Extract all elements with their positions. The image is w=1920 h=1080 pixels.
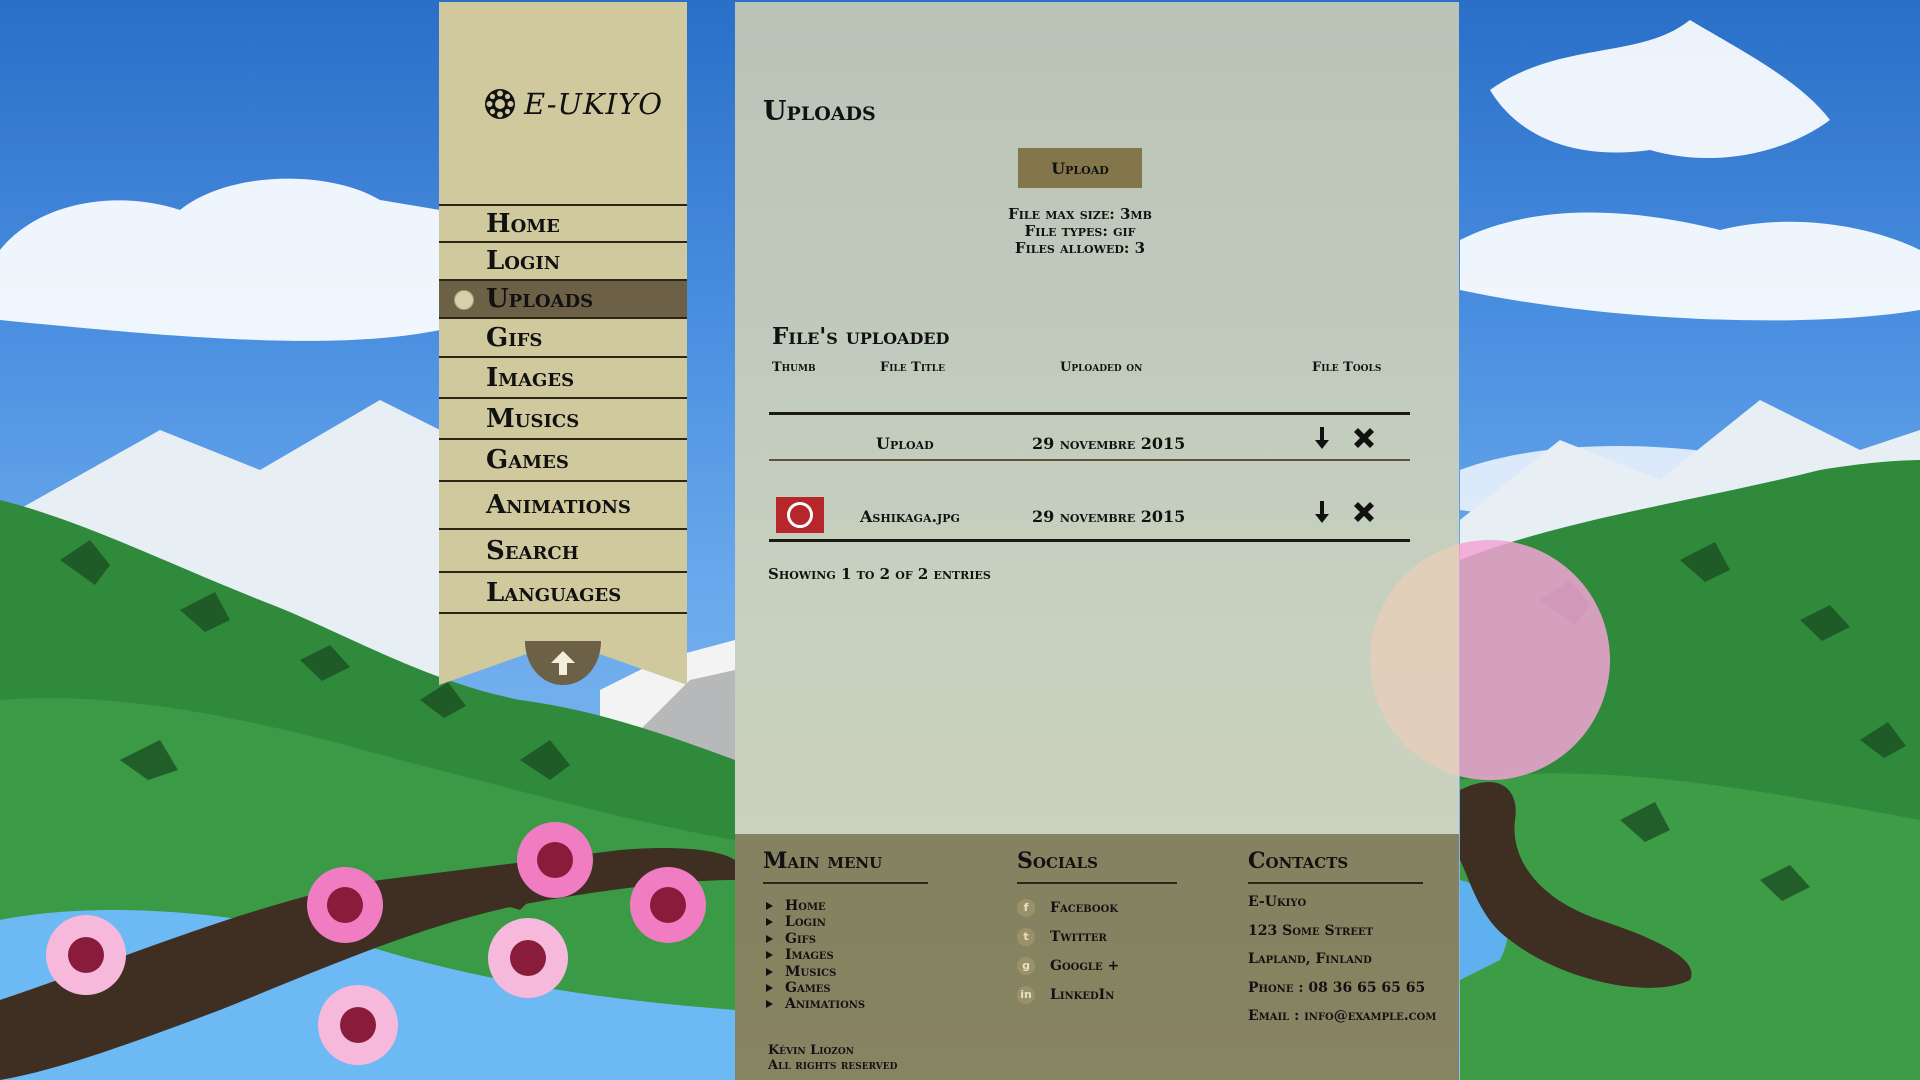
social-list: f Facebook t Twitter g Google + in Linke… bbox=[1017, 893, 1177, 1009]
page-title: Uploads bbox=[763, 96, 876, 127]
sidebar: E-UKIYO Home Login Uploads Gifs Images M… bbox=[439, 2, 687, 688]
footer-link-games[interactable]: Games bbox=[763, 980, 928, 996]
upload-button[interactable]: Upload bbox=[1018, 148, 1142, 188]
nav-item-animations[interactable]: Animations bbox=[439, 480, 687, 528]
nav-item-label: Animations bbox=[486, 490, 631, 520]
footer-socials: Socials f Facebook t Twitter g Google + … bbox=[1017, 848, 1177, 1009]
footer: Main menu Home Login Gifs Images Musics … bbox=[735, 834, 1459, 1080]
back-to-top-button[interactable] bbox=[525, 641, 601, 685]
social-label: Twitter bbox=[1050, 928, 1107, 945]
col-header-uploaded-on[interactable]: Uploaded on bbox=[1060, 360, 1142, 375]
footer-menu-list: Home Login Gifs Images Musics Games Anim… bbox=[763, 898, 928, 1013]
main-nav: Home Login Uploads Gifs Images Musics Ga… bbox=[439, 204, 687, 614]
social-link-linkedin[interactable]: in LinkedIn bbox=[1017, 980, 1177, 1009]
nav-item-label: Games bbox=[486, 445, 569, 475]
nav-item-gifs[interactable]: Gifs bbox=[439, 317, 687, 356]
contact-name: E-Ukiyo bbox=[1248, 894, 1307, 910]
social-label: LinkedIn bbox=[1050, 986, 1115, 1003]
file-types: File types: gif bbox=[1024, 222, 1136, 240]
footer-link-musics[interactable]: Musics bbox=[763, 964, 928, 980]
nav-item-label: Search bbox=[486, 535, 579, 566]
social-label: Google + bbox=[1050, 957, 1120, 974]
footer-contacts-title: Contacts bbox=[1248, 848, 1349, 874]
nav-item-images[interactable]: Images bbox=[439, 356, 687, 397]
nav-item-search[interactable]: Search bbox=[439, 528, 687, 571]
nav-item-label: Login bbox=[486, 246, 561, 276]
divider bbox=[1017, 882, 1177, 884]
contact-city: Lapland, Finland bbox=[1248, 951, 1372, 967]
copyright: Kévin Liozon All rights reserved bbox=[768, 1043, 897, 1073]
contact-street: 123 Some Street bbox=[1248, 922, 1374, 939]
files-allowed: Files allowed: 3 bbox=[1014, 239, 1146, 257]
contact-phone: Phone : 08 36 65 65 65 bbox=[1248, 979, 1426, 996]
footer-contacts: Contacts E-Ukiyo 123 Some Street Lapland… bbox=[1248, 848, 1456, 1037]
table-bottom-rule bbox=[769, 539, 1410, 542]
nav-item-uploads[interactable]: Uploads bbox=[439, 279, 687, 317]
logo[interactable]: E-UKIYO bbox=[484, 84, 663, 124]
active-bullet-icon bbox=[454, 290, 474, 310]
file-title: Upload bbox=[876, 434, 934, 453]
nav-item-label: Uploads bbox=[486, 284, 594, 314]
nav-item-label: Languages bbox=[486, 577, 622, 608]
file-info: File max size: 3mb File types: gif Files… bbox=[935, 206, 1225, 257]
nav-item-login[interactable]: Login bbox=[439, 241, 687, 279]
download-icon[interactable] bbox=[1309, 499, 1335, 525]
nav-item-games[interactable]: Games bbox=[439, 438, 687, 480]
twitter-icon: t bbox=[1017, 927, 1035, 946]
upload-date: 29 novembre 2015 bbox=[1032, 434, 1186, 453]
footer-main-menu: Main menu Home Login Gifs Images Musics … bbox=[763, 848, 928, 1013]
divider bbox=[763, 882, 928, 884]
delete-icon[interactable] bbox=[1351, 425, 1377, 451]
contact-email[interactable]: Email : info@example.com bbox=[1248, 1008, 1456, 1037]
footer-main-menu-title: Main menu bbox=[763, 848, 883, 874]
social-link-google-plus[interactable]: g Google + bbox=[1017, 951, 1177, 980]
linkedin-icon: in bbox=[1017, 985, 1035, 1004]
table-header-rule bbox=[769, 412, 1410, 415]
mon-crest-icon bbox=[485, 89, 515, 119]
file-max-size: File max size: 3mb bbox=[1008, 205, 1152, 223]
copyright-author: Kévin Liozon bbox=[768, 1043, 854, 1058]
footer-link-animations[interactable]: Animations bbox=[763, 996, 928, 1012]
upload-date: 29 novembre 2015 bbox=[1032, 507, 1186, 526]
delete-icon[interactable] bbox=[1351, 499, 1377, 525]
nav-item-label: Images bbox=[486, 362, 575, 393]
entries-count: Showing 1 to 2 of 2 entries bbox=[768, 565, 991, 583]
files-table-title: File's uploaded bbox=[772, 323, 950, 350]
download-icon[interactable] bbox=[1309, 425, 1335, 451]
footer-link-home[interactable]: Home bbox=[763, 898, 928, 914]
thumbnail-image[interactable] bbox=[776, 497, 824, 533]
logo-text: E-UKIYO bbox=[524, 87, 663, 121]
copyright-rights: All rights reserved bbox=[768, 1058, 898, 1073]
footer-link-login[interactable]: Login bbox=[763, 914, 928, 930]
footer-link-gifs[interactable]: Gifs bbox=[763, 931, 928, 947]
file-title: Ashikaga.jpg bbox=[860, 507, 960, 526]
divider bbox=[1248, 882, 1423, 884]
nav-item-label: Musics bbox=[486, 403, 580, 434]
nav-item-languages[interactable]: Languages bbox=[439, 571, 687, 614]
red-circle-icon bbox=[787, 502, 813, 528]
google-plus-icon: g bbox=[1017, 956, 1035, 975]
nav-item-musics[interactable]: Musics bbox=[439, 397, 687, 438]
content-panel: Uploads Upload File max size: 3mb File t… bbox=[735, 2, 1459, 834]
footer-socials-title: Socials bbox=[1017, 848, 1098, 874]
social-link-facebook[interactable]: f Facebook bbox=[1017, 893, 1177, 922]
footer-link-images[interactable]: Images bbox=[763, 947, 928, 963]
nav-item-label: Home bbox=[486, 208, 560, 239]
facebook-icon: f bbox=[1017, 898, 1035, 917]
col-header-thumb[interactable]: Thumb bbox=[772, 360, 816, 375]
col-header-file-title[interactable]: File Title bbox=[880, 360, 945, 375]
table-row-divider bbox=[769, 459, 1410, 461]
contact-list: E-Ukiyo 123 Some Street Lapland, Finland… bbox=[1248, 894, 1456, 1037]
nav-item-home[interactable]: Home bbox=[439, 204, 687, 241]
social-label: Facebook bbox=[1050, 899, 1119, 916]
social-link-twitter[interactable]: t Twitter bbox=[1017, 922, 1177, 951]
col-header-file-tools[interactable]: File Tools bbox=[1312, 360, 1381, 375]
nav-item-label: Gifs bbox=[486, 322, 543, 353]
